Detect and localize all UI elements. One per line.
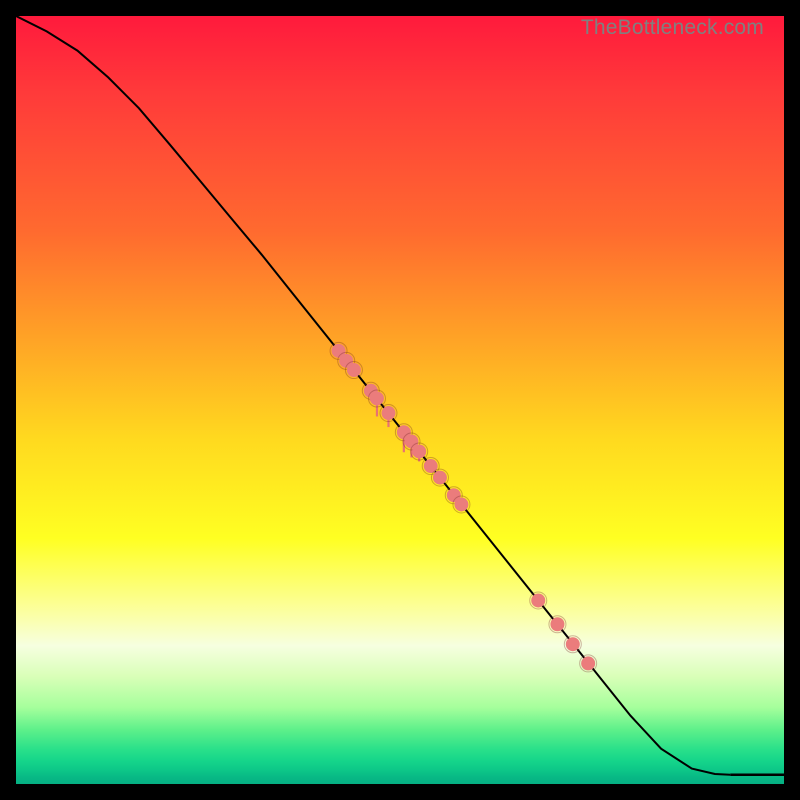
data-point — [531, 593, 545, 607]
data-point — [412, 444, 426, 458]
chart-plot-area: TheBottleneck.com — [16, 16, 784, 784]
data-point — [454, 497, 468, 511]
data-points — [330, 342, 597, 672]
data-point — [424, 459, 438, 473]
chart-overlay — [16, 16, 784, 784]
data-point — [433, 471, 447, 485]
chart-stage: TheBottleneck.com — [0, 0, 800, 800]
data-point — [381, 406, 395, 420]
data-point — [550, 617, 564, 631]
data-point — [347, 363, 361, 377]
data-point — [566, 637, 580, 651]
data-point — [581, 656, 595, 670]
data-point — [370, 391, 384, 405]
